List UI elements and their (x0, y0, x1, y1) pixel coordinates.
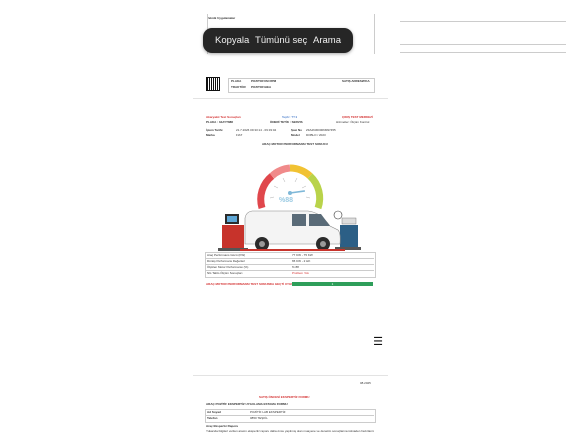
plate-value: POZITOFUM RPM (251, 79, 277, 83)
serial-label: Şasi No (291, 128, 303, 132)
page-separator (193, 375, 388, 376)
result-row4-label: NG Tablo Ölçüm Sonuçları (207, 271, 243, 275)
gauge-arc-lime (307, 173, 324, 210)
result-row1-label: Araç Performans Gücü (KW) (207, 253, 246, 257)
company-label: SATIŞ ADRESI/FKA (342, 79, 370, 83)
gauge-needle (289, 190, 305, 194)
result-row2-label: Dönüş Performans Değerleri (207, 259, 246, 263)
page3-row2-label: Telefon (207, 416, 218, 420)
report-header-left-1: Akaryakıt Test Sonuçları (206, 115, 241, 119)
page-separator (193, 98, 388, 99)
text-selection-context-menu: Kopyala Tümünü seç Arama (203, 28, 353, 53)
table-line (400, 21, 566, 22)
page3-note-text: Yukarıda bilgileri verilen aracın eksper… (206, 429, 374, 433)
gauge-value-label: %88 (279, 197, 293, 204)
page3-row2-value: 0850 TEŞKİL (250, 416, 268, 420)
page3-date: 08.2025 (360, 381, 371, 385)
result-row4-value: Problem Yok (292, 271, 309, 275)
brand-label: Marka (206, 133, 215, 137)
dyno-machine-left (218, 214, 248, 251)
gauge-arc-red (257, 173, 275, 209)
search-menu-item[interactable]: Arama (313, 35, 341, 46)
result-row3-label: Ölçülen Motor Performansı (%) (207, 265, 249, 269)
result-row1-value: 77 KW - 75 KW (292, 253, 313, 257)
page3-row1-label: Ad Soyad (207, 410, 221, 414)
page3-subtitle: ARAÇ POZİTİF EKSPERTİZ UYGULAMA ESTAMA F… (206, 402, 288, 406)
table-line (400, 52, 566, 53)
table-line (205, 415, 374, 416)
date-value: 21.7.2026 09:33:14 - 09:33:04 (236, 128, 277, 132)
table-line (400, 44, 566, 45)
report-header-right-2: Hizmetler: Ölçüm Kontrol (336, 120, 370, 124)
gauge-hub (288, 191, 292, 195)
report-header-mid-2: ÖNERİ TETİK : SERVIS (270, 120, 303, 124)
page3-row1-value: POZİTİF LAB EKSPERTİZ (250, 410, 286, 414)
gauge-arc-pink (269, 164, 291, 179)
serial-value: ZFA26300006M97455 (306, 128, 336, 132)
result-row2-value: 65 KW - 2 HK (292, 259, 311, 263)
hamburger-menu-icon[interactable]: ☰ (371, 335, 385, 349)
report-header-right-1: ÇIKIŞ TEST MERKEZİ (342, 115, 373, 119)
tractor-value: POZITOF/HEA (251, 85, 272, 89)
page3-table (205, 409, 376, 423)
final-result-value: 1 (331, 282, 334, 286)
final-result-bar: 1 (292, 282, 373, 286)
van-illustration (240, 210, 345, 251)
copy-menu-item[interactable]: Kopyala (215, 35, 249, 46)
brand-value: FIAT (236, 133, 243, 137)
model-label: Model (291, 133, 300, 137)
plate-label: PLAKA (231, 79, 242, 83)
page3-title: SATIŞ ÖNCESİ EKSPERTİZ FORMU (259, 395, 310, 399)
qr-code-icon (206, 77, 220, 91)
tractor-label: TRAKTÖR (231, 85, 246, 89)
select-all-menu-item[interactable]: Tümünü seç (255, 35, 307, 46)
final-result-label: ARAÇ MOTOR PERFORMANSI TEST SONUNDA GEÇT… (206, 282, 303, 286)
gauge-arc-yellow (289, 164, 313, 179)
date-label: İşlem Tarihi (206, 128, 223, 132)
report-header-mid-1: TeşKr: TT.3 (282, 115, 298, 119)
performance-gauge-illustration: %88 (218, 164, 361, 251)
report-header-left-2: PLAKA : 34AYT888 (206, 120, 233, 124)
model-value: DOBLO / 2023 (306, 133, 326, 137)
page3-note-title: Araç Ekspertiz Raporu (206, 424, 239, 428)
result-row3-value: % 88 (292, 265, 299, 269)
chart-title: ARAÇ MOTOR PERFORMANSI TEST SONUCU (262, 142, 328, 146)
